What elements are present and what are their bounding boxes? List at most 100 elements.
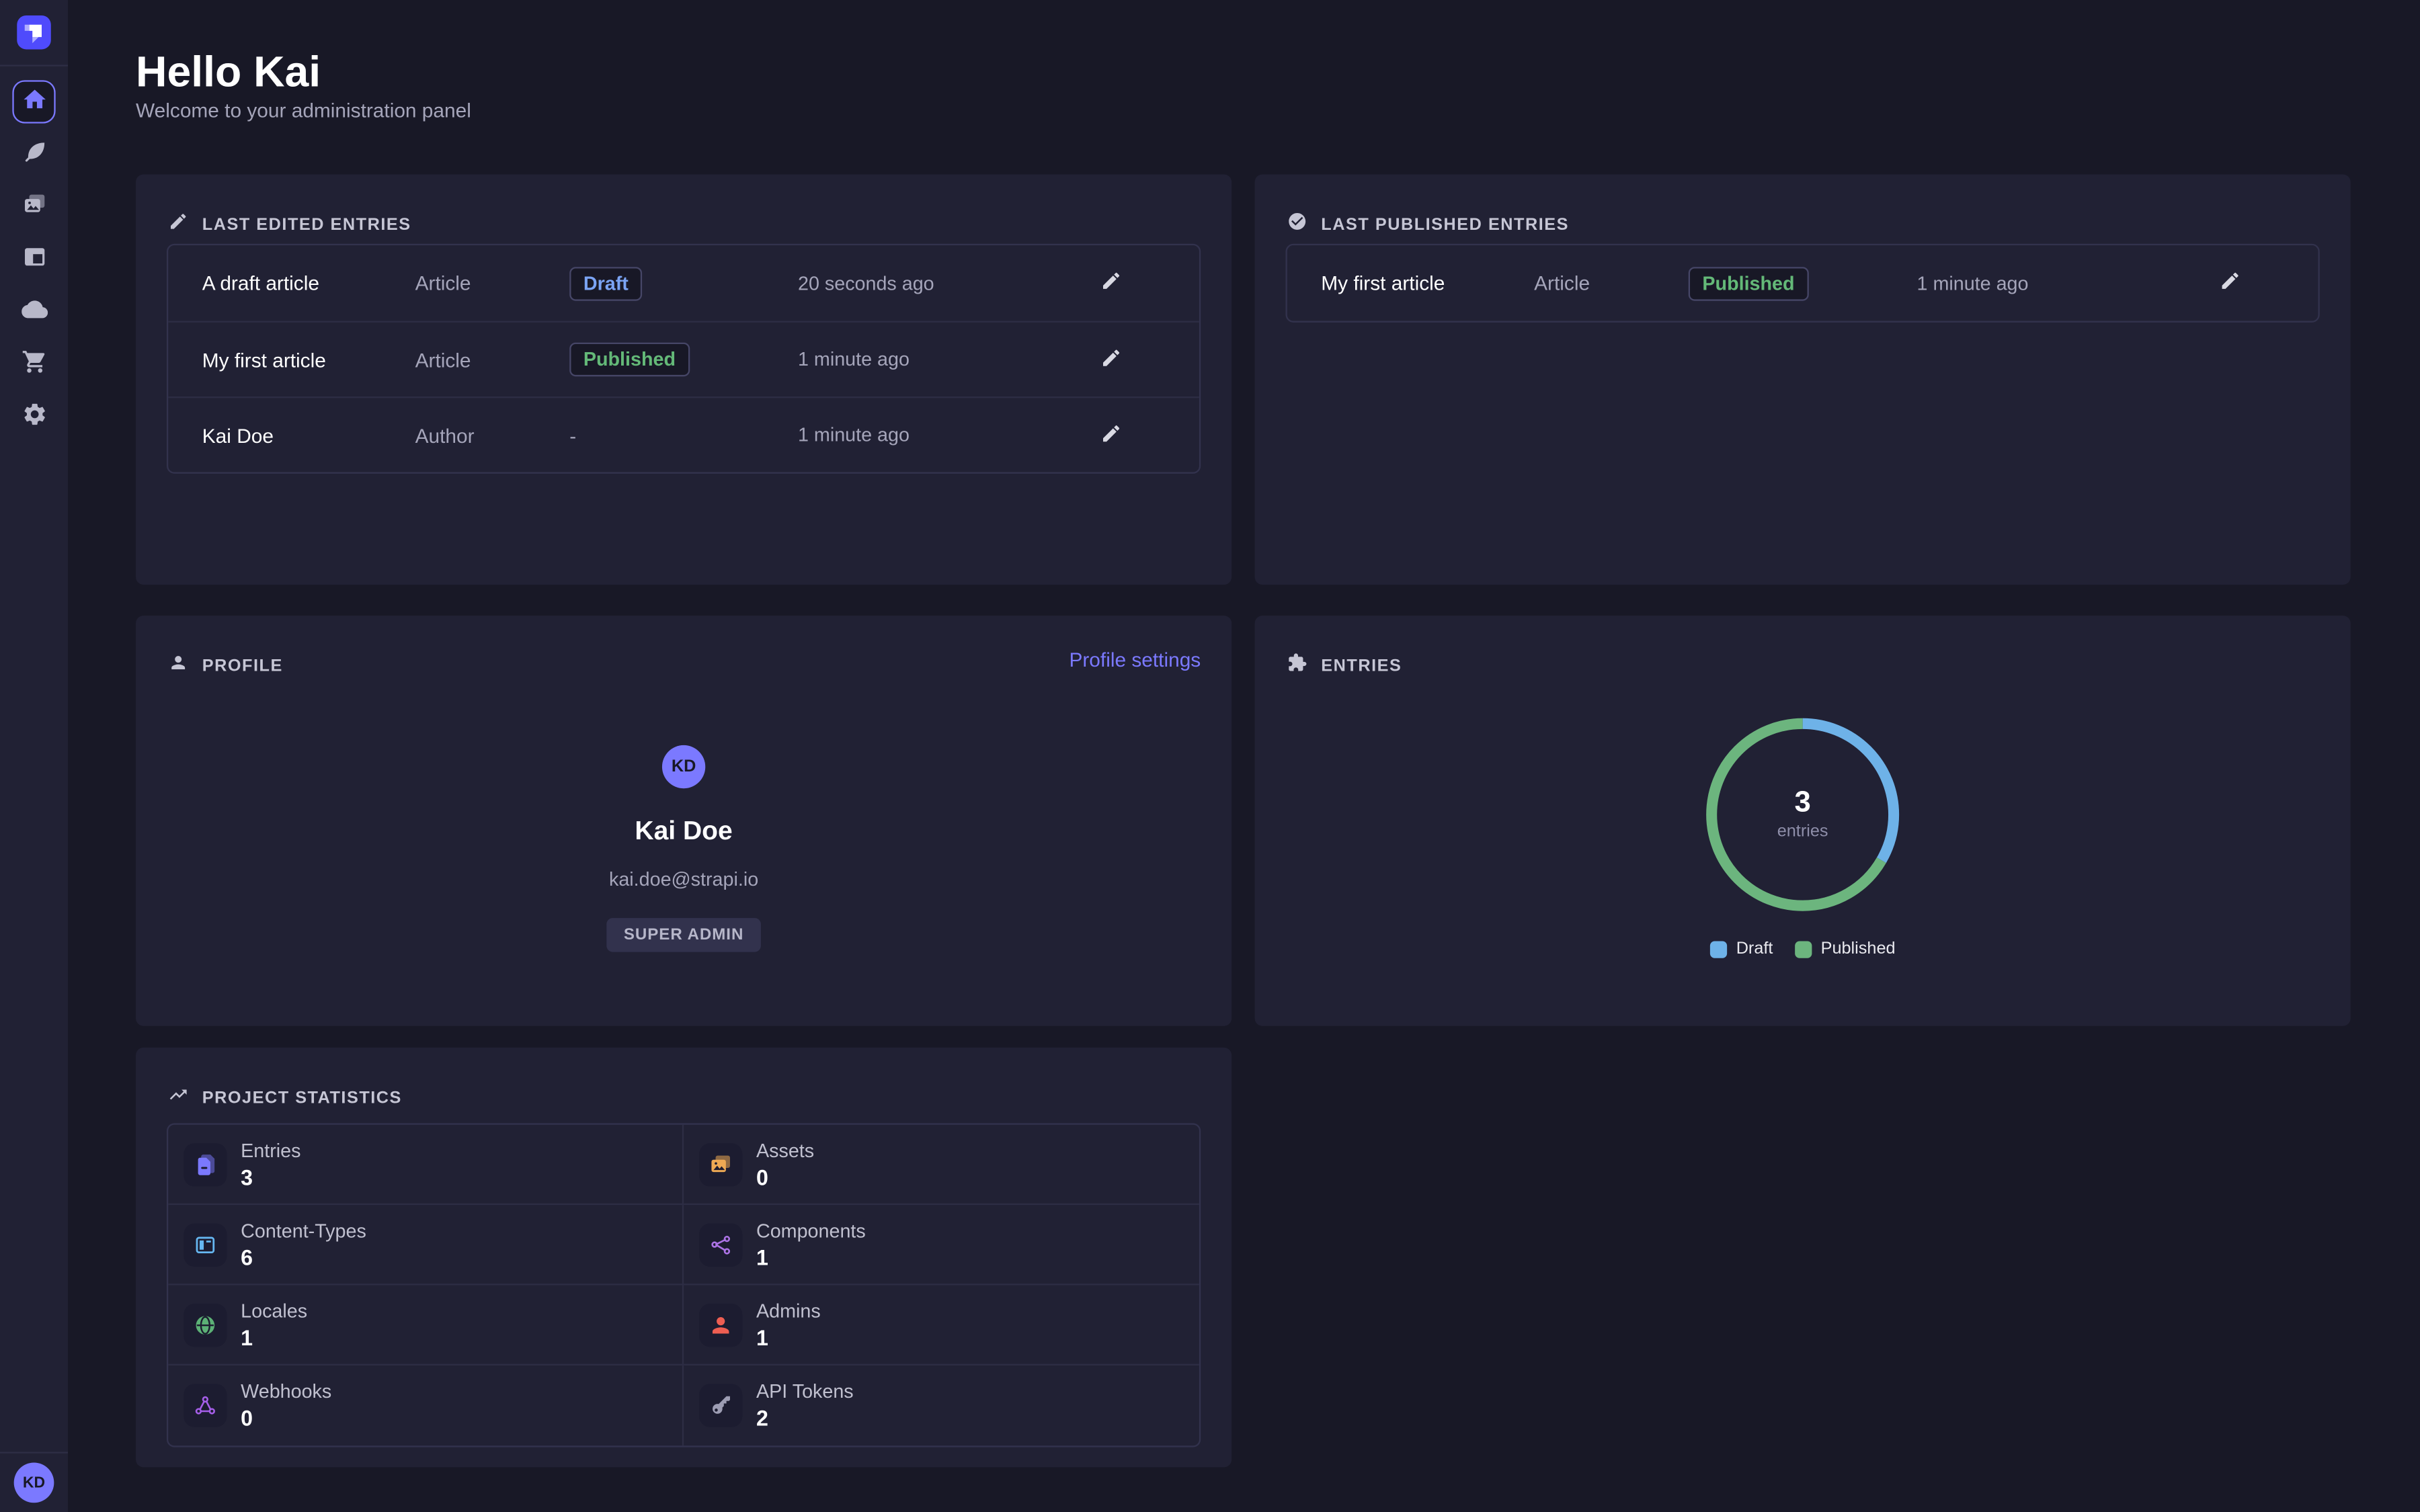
- sidebar-item-deploy[interactable]: [12, 290, 55, 333]
- last-edited-entries-card: LAST EDITED ENTRIES A draft article Arti…: [136, 174, 1232, 585]
- status-badge: Published: [569, 343, 689, 377]
- legend-label: Draft: [1736, 939, 1773, 958]
- stat-value: 2: [756, 1406, 854, 1431]
- table-row: Kai Doe Author - 1 minute ago: [168, 396, 1199, 472]
- entries-docs-icon: [184, 1142, 227, 1185]
- stat-value: 0: [241, 1406, 331, 1431]
- stat-content-types: Content-Types 6: [168, 1205, 684, 1285]
- card-header: PROFILE: [168, 653, 283, 680]
- profile-name: Kai Doe: [635, 816, 732, 847]
- check-circle-icon: [1287, 212, 1307, 239]
- stat-components: Components1: [684, 1205, 1199, 1285]
- webhooks-icon: [184, 1384, 227, 1427]
- status-cell: Published: [569, 343, 798, 377]
- chart-legend: Draft Published: [1255, 939, 2351, 958]
- edit-entry-button[interactable]: [1100, 270, 1122, 296]
- api-tokens-key-icon: [699, 1384, 742, 1427]
- entry-name: A draft article: [202, 271, 415, 294]
- entries-count: 3: [1794, 788, 1810, 820]
- published-swatch-icon: [1795, 940, 1812, 957]
- sidebar-item-content-manager[interactable]: [12, 132, 55, 175]
- entry-type: Author: [415, 423, 570, 446]
- sidebar-item-home[interactable]: [12, 80, 55, 123]
- home-icon: [21, 87, 47, 118]
- stat-assets: Assets 0: [684, 1125, 1199, 1205]
- sidebar-item-content-type-builder[interactable]: [12, 238, 55, 281]
- stat-value: 0: [756, 1164, 814, 1189]
- draft-swatch-icon: [1710, 940, 1727, 957]
- status-cell: Published: [1689, 266, 1917, 300]
- donut-center-label: 3 entries: [1705, 718, 1900, 912]
- card-title: ENTRIES: [1321, 657, 1402, 676]
- stat-api-tokens: API Tokens2: [684, 1366, 1199, 1445]
- stat-label: Webhooks: [241, 1381, 331, 1402]
- entry-type: Article: [415, 271, 570, 294]
- profile-body: KD Kai Doe kai.doe@strapi.io SUPER ADMIN: [136, 745, 1232, 952]
- page-subtitle: Welcome to your administration panel: [136, 99, 471, 122]
- pencil-icon: [1100, 349, 1122, 372]
- logo-area: [0, 0, 68, 67]
- sidebar-item-settings[interactable]: [12, 395, 55, 438]
- profile-settings-link[interactable]: Profile settings: [1069, 648, 1201, 671]
- entries-donut-chart: 3 entries: [1705, 718, 1900, 912]
- legend-label: Published: [1821, 939, 1896, 958]
- sidebar-nav: [12, 80, 55, 1452]
- entry-type: Article: [415, 348, 570, 371]
- card-header: LAST EDITED ENTRIES: [168, 212, 411, 239]
- stat-label: Content-Types: [241, 1220, 366, 1241]
- pencil-icon: [1100, 425, 1122, 448]
- sidebar-footer: KD: [0, 1452, 68, 1512]
- feather-icon: [21, 139, 47, 170]
- entries-unit: entries: [1777, 823, 1828, 842]
- stat-label: Admins: [756, 1300, 821, 1321]
- app-root: KD Hello Kai Welcome to your administrat…: [0, 0, 2420, 1512]
- entry-time: 1 minute ago: [798, 424, 1082, 446]
- card-header: LAST PUBLISHED ENTRIES: [1287, 212, 1569, 239]
- puzzle-icon: [1287, 653, 1307, 680]
- pencil-icon: [168, 212, 188, 239]
- entry-name: My first article: [202, 348, 415, 371]
- sidebar-item-media-library[interactable]: [12, 185, 55, 228]
- sidebar-item-marketplace[interactable]: [12, 343, 55, 386]
- stat-label: Assets: [756, 1140, 814, 1161]
- card-title: LAST EDITED ENTRIES: [202, 216, 411, 235]
- stat-admins: Admins1: [684, 1286, 1199, 1366]
- card-title: LAST PUBLISHED ENTRIES: [1321, 216, 1569, 235]
- cloud-icon: [21, 296, 47, 327]
- edit-entry-button[interactable]: [1100, 422, 1122, 448]
- stat-value: 6: [241, 1245, 366, 1269]
- card-title: PROFILE: [202, 657, 283, 676]
- gear-icon: [21, 401, 47, 432]
- last-published-entries-card: LAST PUBLISHED ENTRIES My first article …: [1255, 174, 2351, 585]
- edit-entry-button[interactable]: [1100, 346, 1122, 372]
- profile-card: PROFILE Profile settings KD Kai Doe kai.…: [136, 616, 1232, 1026]
- locales-globe-icon: [184, 1303, 227, 1346]
- table-row: My first article Article Published 1 min…: [168, 321, 1199, 397]
- strapi-logo-icon[interactable]: [17, 15, 51, 50]
- legend-item-published: Published: [1795, 939, 1896, 958]
- entry-name: Kai Doe: [202, 423, 415, 446]
- entry-time: 1 minute ago: [798, 349, 1082, 370]
- stat-value: 1: [241, 1325, 307, 1349]
- table-row: A draft article Article Draft 20 seconds…: [168, 245, 1199, 321]
- card-title: PROJECT STATISTICS: [202, 1089, 402, 1108]
- stat-value: 3: [241, 1164, 300, 1189]
- admins-person-icon: [699, 1303, 742, 1346]
- page-title: Hello Kai: [136, 48, 321, 97]
- shopping-cart-icon: [21, 349, 47, 380]
- entry-time: 1 minute ago: [1917, 272, 2201, 294]
- status-cell: Draft: [569, 266, 798, 300]
- trending-up-icon: [168, 1085, 188, 1112]
- stat-value: 1: [756, 1245, 866, 1269]
- stat-label: Locales: [241, 1300, 307, 1321]
- table-row: My first article Article Published 1 min…: [1287, 245, 2318, 321]
- status-badge: Published: [1689, 266, 1808, 300]
- edit-entry-button[interactable]: [2220, 270, 2241, 296]
- person-icon: [168, 653, 188, 680]
- user-avatar[interactable]: KD: [14, 1463, 54, 1503]
- entry-time: 20 seconds ago: [798, 272, 1082, 294]
- profile-avatar: KD: [662, 745, 705, 788]
- entries-card: ENTRIES 3 entries Draft Published: [1255, 616, 2351, 1026]
- stats-grid: Entries3 Assets0 Content-Types6 Componen…: [167, 1123, 1201, 1447]
- card-header: PROJECT STATISTICS: [168, 1085, 402, 1112]
